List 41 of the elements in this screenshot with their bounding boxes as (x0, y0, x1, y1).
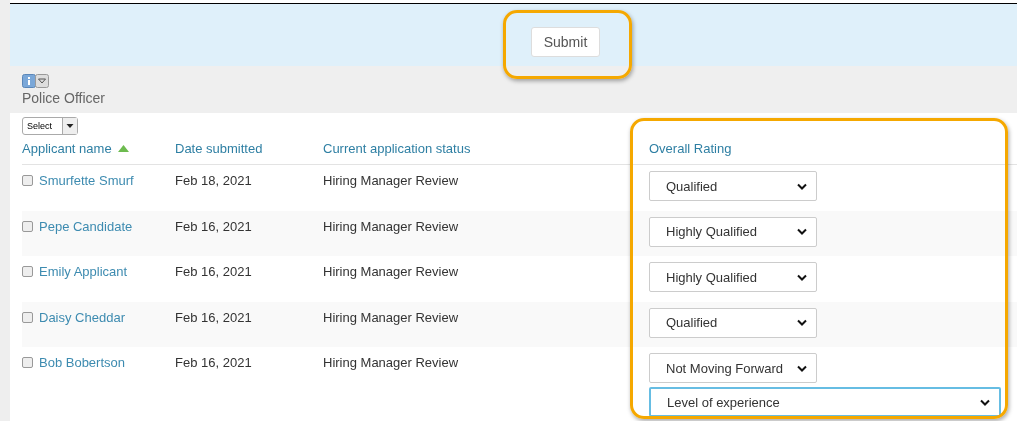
table-cell: Hiring Manager Review (323, 309, 459, 325)
chevron-icon (797, 364, 807, 372)
rating-dropdown[interactable]: Highly Qualified (649, 262, 817, 292)
checkbox[interactable] (22, 266, 33, 277)
reason-dropdown[interactable]: Level of experience (649, 387, 1001, 417)
applicant-link[interactable]: Bob Bobertson (39, 355, 125, 370)
table-cell: Hiring Manager Review (323, 355, 459, 370)
chevron-icon (797, 273, 807, 281)
checkbox[interactable] (22, 220, 33, 232)
table-cell: Feb 16, 2021 (175, 264, 252, 279)
chevron-icon (980, 398, 990, 406)
applicant-link[interactable]: Smurfette Smurf (39, 173, 134, 188)
applicant-link[interactable]: Emily Applicant (39, 264, 128, 279)
caret-icon (62, 118, 77, 134)
column-header[interactable]: Current application status (323, 141, 471, 156)
rating-dropdown[interactable]: Highly Qualified (649, 216, 817, 247)
job-title: Police Officer (22, 90, 105, 106)
rating-dropdown[interactable]: Qualified (649, 171, 817, 201)
table-cell: Feb 16, 2021 (175, 218, 252, 234)
bulk-select-dropdown[interactable]: Select (22, 117, 78, 135)
rating-dropdown[interactable]: Not Moving Forward (649, 353, 817, 383)
table-cell: Feb 18, 2021 (175, 173, 252, 188)
checkbox[interactable] (22, 311, 33, 323)
column-header[interactable]: Overall Rating (649, 141, 732, 156)
chevron-icon (797, 228, 807, 235)
table-cell: Hiring Manager Review (323, 218, 459, 234)
column-header[interactable]: Applicant name (22, 141, 112, 156)
table-cell: Hiring Manager Review (323, 264, 459, 279)
info-menu-icon[interactable] (22, 74, 49, 88)
rating-dropdown[interactable]: Qualified (649, 307, 817, 338)
table-cell: Feb 16, 2021 (175, 309, 252, 325)
checkbox[interactable] (22, 175, 33, 186)
table-cell: Hiring Manager Review (323, 173, 459, 188)
chevron-icon (797, 319, 807, 326)
submit-button[interactable]: Submit (530, 27, 601, 57)
column-header[interactable]: Date submitted (175, 141, 263, 156)
table-cell: Feb 16, 2021 (175, 355, 252, 370)
applicant-link[interactable]: Daisy Cheddar (39, 309, 125, 325)
sort-ascending-icon (117, 145, 129, 152)
checkbox[interactable] (22, 357, 33, 368)
chevron-icon (797, 182, 807, 190)
